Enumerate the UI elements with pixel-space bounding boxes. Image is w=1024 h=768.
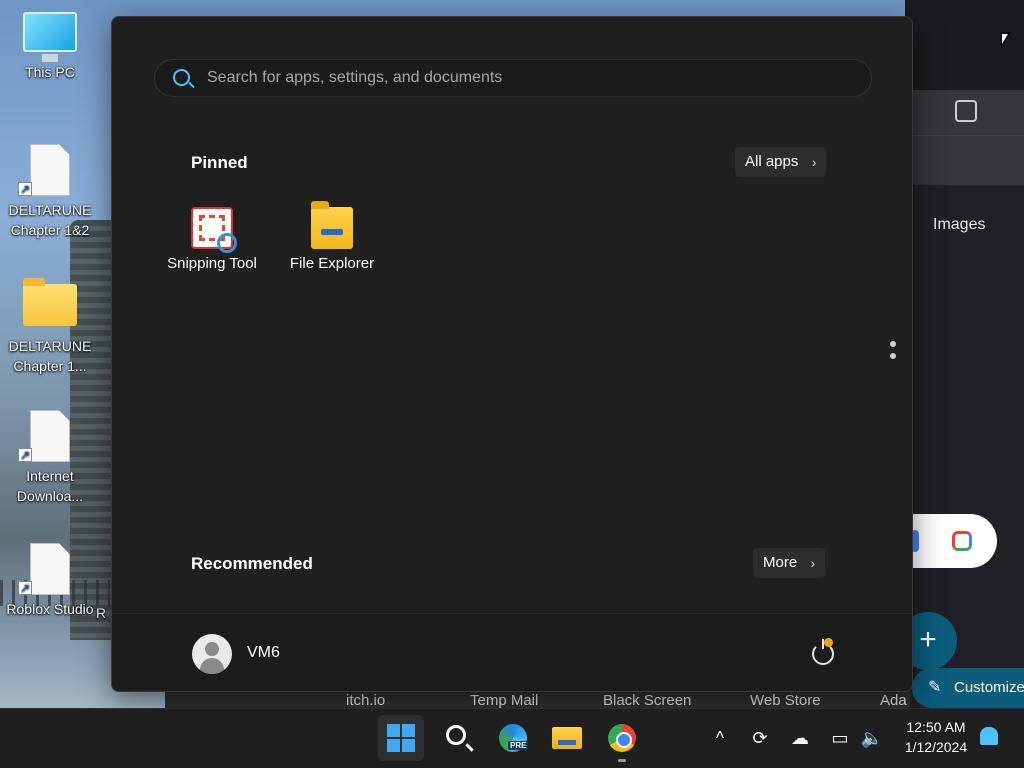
- notification-bell-icon[interactable]: [980, 727, 998, 745]
- recommended-title: Recommended: [191, 554, 313, 573]
- file-explorer-icon: [552, 727, 582, 749]
- desktop-icon-this-pc[interactable]: This PC: [0, 12, 100, 82]
- document-shortcut-icon: [30, 543, 70, 595]
- mouse-cursor-icon: [1001, 32, 1011, 48]
- desktop-icon-internet-download[interactable]: ↗ Internet Downloa...: [0, 410, 100, 506]
- user-avatar-icon[interactable]: [192, 634, 232, 674]
- pinned-page-indicator[interactable]: [890, 341, 896, 365]
- update-badge: [824, 638, 833, 647]
- snipping-tool-icon: [191, 207, 237, 253]
- start-button[interactable]: [378, 715, 424, 761]
- shortcut-itch-io[interactable]: itch.io: [346, 692, 385, 709]
- pinned-app-label: File Explorer: [289, 255, 375, 272]
- pinned-app-file-explorer[interactable]: File Explorer: [272, 201, 392, 272]
- images-link[interactable]: Images: [933, 216, 985, 234]
- taskbar-file-explorer[interactable]: [544, 715, 590, 761]
- shortcut-temp-mail[interactable]: Temp Mail: [470, 692, 538, 709]
- chrome-icon: [608, 724, 636, 752]
- all-apps-button[interactable]: All apps ›: [735, 147, 827, 177]
- chevron-right-icon: ›: [810, 555, 816, 571]
- user-name[interactable]: VM6: [247, 644, 280, 662]
- desktop-icon-label: DELTARUNE Chapter 1&2: [8, 202, 92, 238]
- bookmark-folder-icon[interactable]: [905, 0, 1024, 708]
- search-icon: [446, 725, 466, 745]
- show-hidden-icons-button[interactable]: ^: [708, 727, 732, 749]
- desktop-icon-label: Internet Downloa...: [16, 468, 84, 504]
- more-button[interactable]: More ›: [753, 548, 826, 578]
- document-shortcut-icon: [30, 410, 70, 462]
- monitor-icon: [23, 12, 77, 62]
- clock-time: 12:50 AM: [906, 719, 966, 735]
- desktop-partial-label: R: [96, 605, 107, 621]
- taskbar-edge-preview[interactable]: PRE: [490, 715, 536, 761]
- taskbar-clock[interactable]: 12:50 AM 1/12/2024: [896, 717, 976, 757]
- sync-icon[interactable]: ⟳: [748, 727, 772, 749]
- page-dot-active: [890, 341, 896, 347]
- shortcut-arrow-icon: ↗: [18, 581, 32, 595]
- more-label: More: [763, 554, 798, 571]
- running-indicator: [618, 759, 626, 762]
- clock-date: 1/12/2024: [904, 739, 968, 755]
- desktop-icon-label: This PC: [25, 64, 75, 80]
- start-menu-footer: VM6: [112, 613, 912, 691]
- document-shortcut-icon: [30, 144, 70, 196]
- start-menu: Pinned All apps › Snipping Tool File Exp…: [111, 16, 913, 692]
- pencil-icon: ✎: [928, 679, 942, 696]
- customize-chrome-button[interactable]: ✎ Customize: [912, 668, 1024, 708]
- shortcut-web-store[interactable]: Web Store: [750, 692, 821, 709]
- desktop-icon-roblox-studio[interactable]: ↗ Roblox Studio: [0, 543, 100, 619]
- desktop-icon-label: DELTARUNE Chapter 1...: [8, 338, 92, 374]
- shortcut-arrow-icon: ↗: [18, 182, 32, 196]
- pinned-title: Pinned: [191, 153, 248, 172]
- chevron-right-icon: ›: [811, 154, 817, 170]
- page-dot: [890, 353, 896, 359]
- start-search-box[interactable]: [154, 59, 872, 97]
- network-icon[interactable]: ▭: [828, 727, 852, 749]
- onedrive-icon[interactable]: ☁: [788, 727, 812, 749]
- pinned-app-label: Snipping Tool: [167, 255, 257, 272]
- desktop-icon-deltarune-1-2[interactable]: ↗ DELTARUNE Chapter 1&2: [0, 144, 100, 240]
- desktop-icon-deltarune-folder[interactable]: DELTARUNE Chapter 1...: [0, 278, 100, 376]
- taskbar-search-button[interactable]: [434, 715, 480, 761]
- start-search-input[interactable]: [207, 60, 857, 96]
- shortcut-black-screen[interactable]: Black Screen: [603, 692, 691, 709]
- taskbar-chrome[interactable]: [599, 715, 645, 762]
- volume-muted-icon[interactable]: 🔈: [860, 727, 884, 749]
- desktop-icon-label: Roblox Studio: [6, 601, 94, 617]
- folder-icon: [23, 278, 77, 326]
- shortcut-arrow-icon: ↗: [18, 448, 32, 462]
- google-lens-icon[interactable]: [952, 531, 972, 551]
- customize-label: Customize: [954, 679, 1024, 696]
- shortcut-ada[interactable]: Ada: [880, 692, 907, 709]
- search-icon: [173, 69, 190, 86]
- file-explorer-icon: [311, 201, 353, 249]
- start-icon: [387, 724, 415, 752]
- pre-badge: PRE: [508, 741, 529, 750]
- taskbar: PRE ^ ⟳ ☁ ▭ 🔈 12:50 AM 1/12/2024: [0, 708, 1024, 768]
- pinned-app-snipping-tool[interactable]: Snipping Tool: [152, 207, 272, 272]
- all-apps-label: All apps: [745, 153, 799, 170]
